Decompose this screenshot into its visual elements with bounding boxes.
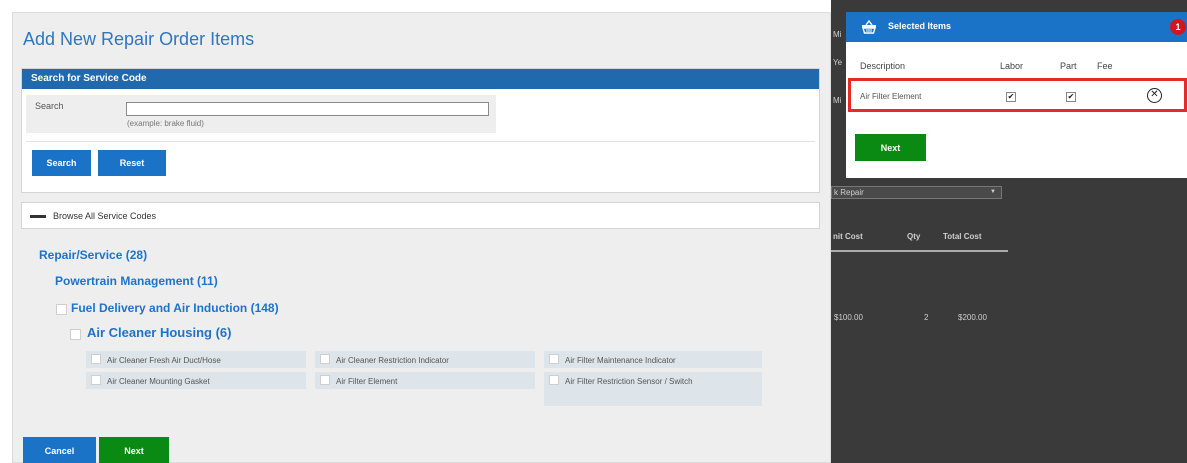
leaf-checkbox[interactable]	[549, 354, 559, 364]
selected-item-row: Air Filter Element ✔ ✔ ✕	[848, 78, 1187, 112]
background-col-total-cost: Total Cost	[943, 232, 982, 241]
selected-items-panel: Selected Items 1 Description Labor Part …	[846, 12, 1187, 178]
search-field-group: Search (example: brake fluid)	[26, 95, 496, 133]
background-total-cost: $200.00	[958, 313, 987, 322]
search-panel-header: Search for Service Code	[22, 69, 819, 89]
background-unit-cost: $100.00	[834, 313, 863, 322]
tree-node-powertrain-management[interactable]: Powertrain Management (11)	[55, 274, 218, 288]
search-input[interactable]	[126, 102, 489, 116]
background-divider	[831, 250, 1008, 252]
dropdown-arrow-icon: ▼	[990, 189, 996, 195]
leaf-label: Air Cleaner Mounting Gasket	[107, 377, 210, 386]
leaf-checkbox[interactable]	[91, 354, 101, 364]
col-fee: Fee	[1097, 61, 1113, 71]
leaf-label: Air Filter Maintenance Indicator	[565, 356, 676, 365]
leaf-label: Air Cleaner Fresh Air Duct/Hose	[107, 356, 221, 365]
background-repair-type-select: k Repair ▼	[831, 186, 1002, 199]
search-label: Search	[35, 101, 64, 111]
col-labor: Labor	[1000, 61, 1024, 71]
leaf-air-filter-restriction-sensor[interactable]: Air Filter Restriction Sensor / Switch	[544, 372, 762, 406]
leaf-air-filter-element[interactable]: Air Filter Element	[315, 372, 535, 389]
add-repair-order-items-modal: Add New Repair Order Items Search for Se…	[12, 12, 831, 463]
selected-count-badge: 1	[1170, 19, 1186, 35]
tree-checkbox-fuel-delivery[interactable]	[56, 304, 67, 315]
background-fragment: Mi	[833, 96, 842, 105]
page-title: Add New Repair Order Items	[23, 29, 255, 49]
next-button[interactable]: Next	[99, 437, 169, 463]
selected-items-title: Selected Items	[888, 21, 952, 31]
search-hint: (example: brake fluid)	[127, 119, 204, 128]
leaf-label: Air Cleaner Restriction Indicator	[336, 356, 449, 365]
leaf-checkbox[interactable]	[549, 375, 559, 385]
tree-node-air-cleaner-housing[interactable]: Air Cleaner Housing (6)	[87, 325, 231, 340]
background-fragment: Mi	[833, 30, 842, 39]
tree-checkbox-air-cleaner-housing[interactable]	[70, 329, 81, 340]
remove-item-icon[interactable]: ✕	[1147, 88, 1162, 103]
leaf-label: Air Filter Restriction Sensor / Switch	[565, 377, 693, 386]
search-service-code-panel: Search for Service Code Search (example:…	[21, 68, 820, 193]
basket-icon	[862, 20, 876, 34]
leaf-checkbox[interactable]	[320, 354, 330, 364]
leaf-air-filter-maintenance-indicator[interactable]: Air Filter Maintenance Indicator	[544, 351, 762, 368]
search-button[interactable]: Search	[32, 150, 91, 176]
browse-label: Browse All Service Codes	[53, 211, 157, 221]
leaf-air-cleaner-fresh-air-duct[interactable]: Air Cleaner Fresh Air Duct/Hose	[86, 351, 306, 368]
col-part: Part	[1060, 61, 1077, 71]
reset-button[interactable]: Reset	[98, 150, 166, 176]
leaf-air-cleaner-mounting-gasket[interactable]: Air Cleaner Mounting Gasket	[86, 372, 306, 389]
part-checkbox[interactable]: ✔	[1066, 92, 1076, 102]
leaf-air-cleaner-restriction-indicator[interactable]: Air Cleaner Restriction Indicator	[315, 351, 535, 368]
labor-checkbox[interactable]: ✔	[1006, 92, 1016, 102]
tree-node-repair-service[interactable]: Repair/Service (28)	[39, 248, 147, 262]
col-description: Description	[860, 61, 906, 71]
collapse-icon	[30, 215, 46, 218]
selected-items-header: Selected Items 1	[846, 12, 1187, 42]
background-col-unit-cost: nit Cost	[833, 232, 863, 241]
leaf-checkbox[interactable]	[320, 375, 330, 385]
tree-node-fuel-delivery[interactable]: Fuel Delivery and Air Induction (148)	[71, 301, 279, 315]
background-fragment: Ye	[833, 58, 843, 67]
selected-next-button[interactable]: Next	[855, 134, 926, 161]
cancel-button[interactable]: Cancel	[23, 437, 96, 463]
leaf-label: Air Filter Element	[336, 377, 398, 386]
background-col-qty: Qty	[907, 232, 921, 241]
selected-item-description: Air Filter Element	[860, 92, 922, 101]
background-qty: 2	[924, 313, 929, 322]
search-divider	[26, 141, 815, 142]
leaf-checkbox[interactable]	[91, 375, 101, 385]
browse-all-service-codes-toggle[interactable]: Browse All Service Codes	[21, 202, 820, 229]
